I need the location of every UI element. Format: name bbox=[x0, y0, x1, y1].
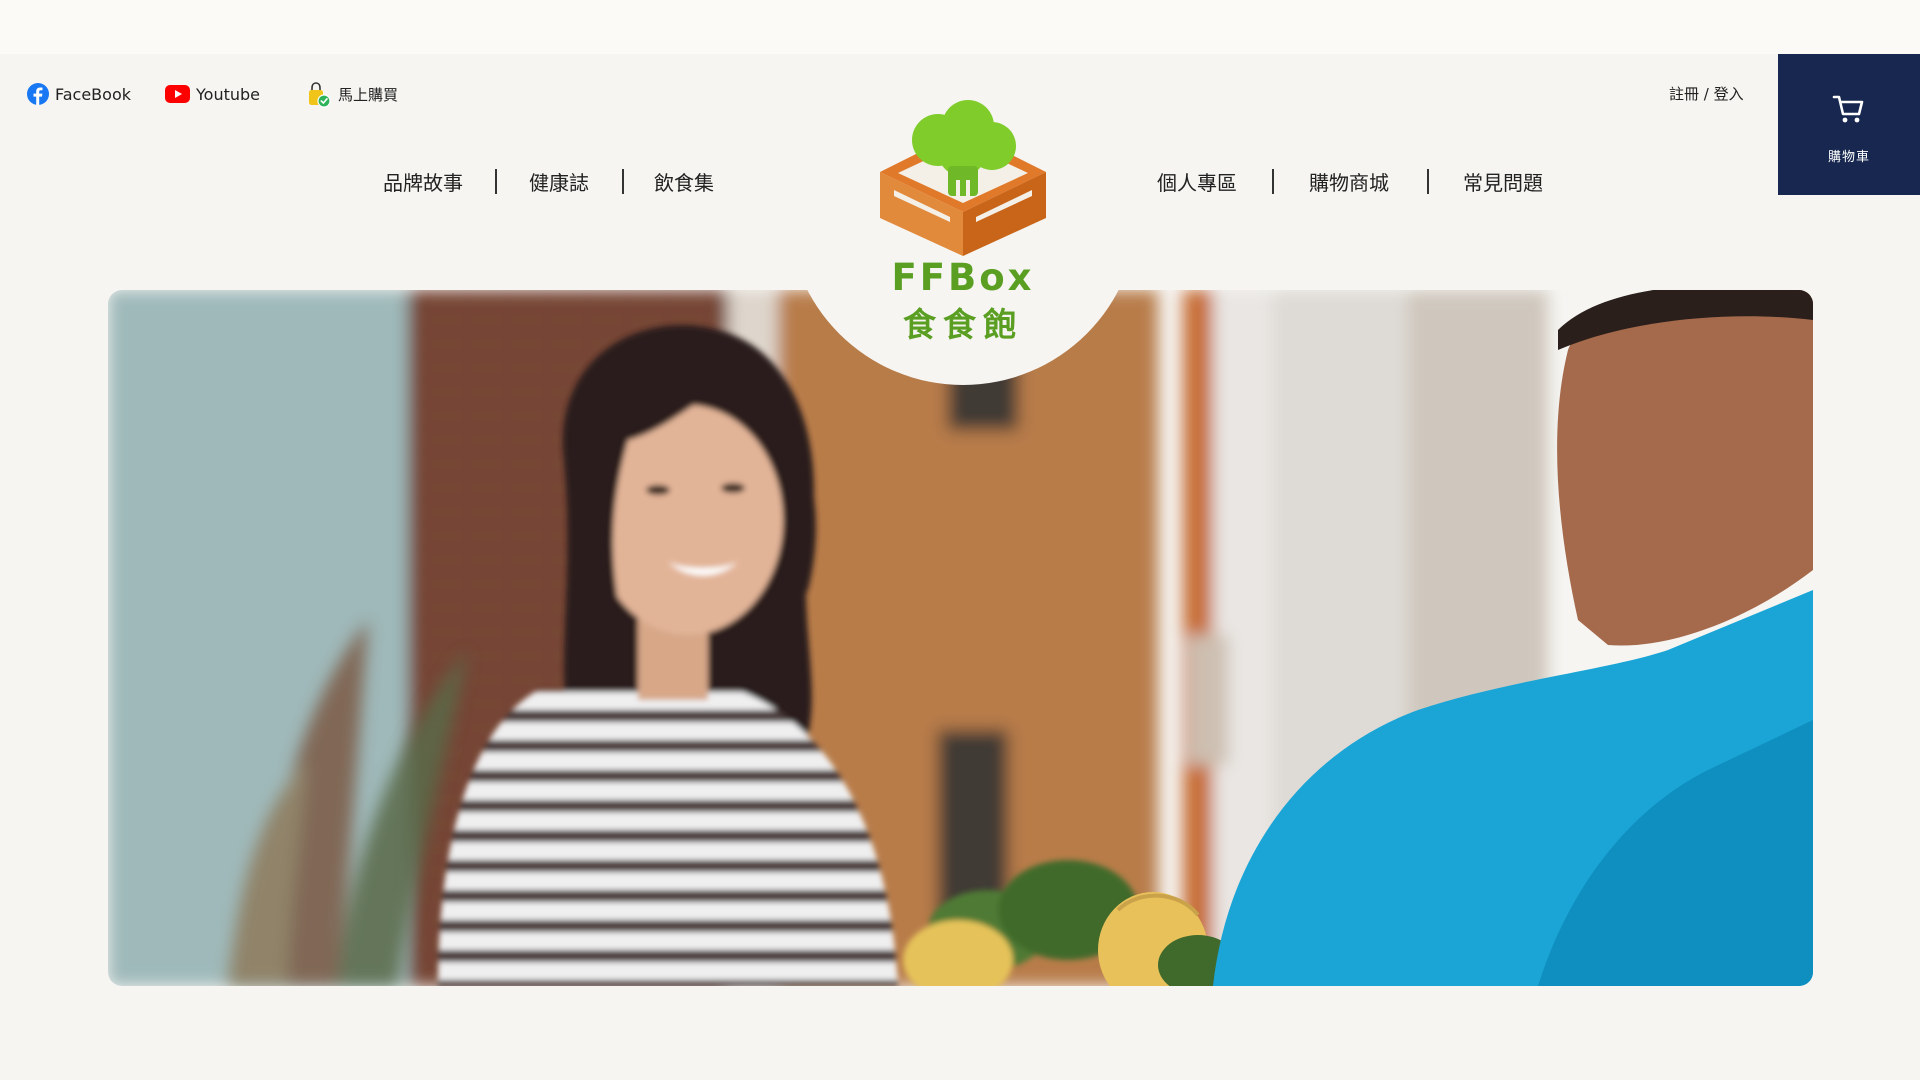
nav-divider bbox=[622, 169, 624, 194]
youtube-link[interactable]: Youtube bbox=[165, 85, 260, 104]
main-nav-left: 品牌故事 健康誌 飲食集 bbox=[383, 167, 714, 196]
nav-member-area[interactable]: 個人專區 bbox=[1157, 167, 1237, 196]
main-nav-right: 個人專區 購物商城 常見問題 bbox=[1157, 167, 1543, 196]
page: FaceBook Youtube 馬上購買 註冊 / 登入 購物車 品牌故事 健… bbox=[0, 0, 1920, 1080]
ffbox-logo[interactable]: FFBox 食食飽 bbox=[870, 100, 1056, 344]
facebook-label: FaceBook bbox=[55, 84, 131, 104]
logo-box-broccoli-icon bbox=[880, 100, 1046, 256]
nav-divider bbox=[1427, 169, 1429, 194]
top-strip bbox=[0, 0, 1920, 54]
hero-banner-image bbox=[108, 290, 1813, 986]
nav-faq[interactable]: 常見問題 bbox=[1463, 167, 1543, 196]
youtube-icon bbox=[165, 85, 190, 103]
logo-wordmark: FFBox bbox=[891, 256, 1035, 299]
nav-divider bbox=[495, 169, 497, 194]
facebook-icon bbox=[27, 83, 49, 105]
youtube-label: Youtube bbox=[196, 84, 260, 104]
nav-shop[interactable]: 購物商城 bbox=[1309, 167, 1389, 196]
buy-now-link[interactable]: 馬上購買 bbox=[304, 80, 398, 108]
nav-health-journal[interactable]: 健康誌 bbox=[529, 167, 589, 196]
buy-now-label: 馬上購買 bbox=[338, 85, 399, 104]
nav-divider bbox=[1272, 169, 1274, 194]
register-login-link[interactable]: 註冊 / 登入 bbox=[1669, 83, 1744, 104]
cart-button[interactable]: 購物車 bbox=[1778, 54, 1920, 195]
cart-icon bbox=[1832, 92, 1866, 130]
facebook-link[interactable]: FaceBook bbox=[27, 83, 131, 105]
shopping-bag-check-icon bbox=[304, 80, 332, 108]
logo-chinese-name: 食食飽 bbox=[903, 305, 1023, 344]
nav-recipes[interactable]: 飲食集 bbox=[654, 167, 714, 196]
nav-brand-story[interactable]: 品牌故事 bbox=[383, 167, 463, 196]
social-links: FaceBook Youtube 馬上購買 bbox=[27, 80, 398, 108]
cart-label: 購物車 bbox=[1827, 150, 1870, 165]
